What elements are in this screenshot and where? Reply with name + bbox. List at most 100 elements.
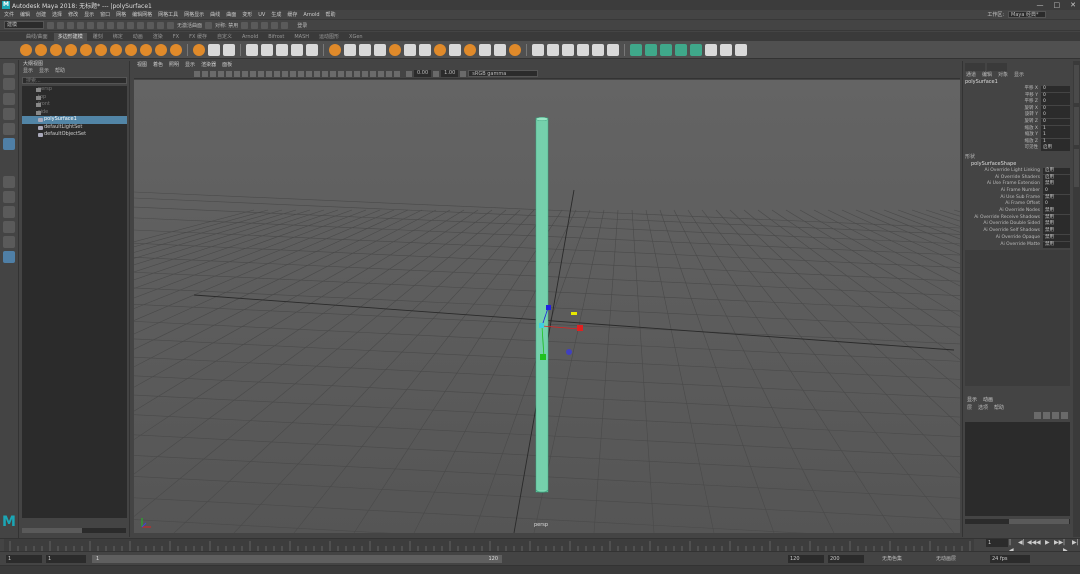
new-scene-icon[interactable] [47,21,54,29]
menu-curves[interactable]: 曲线 [210,11,220,18]
side-tab-attribute-editor[interactable] [1074,107,1079,145]
uv-cylindrical-icon[interactable] [645,43,657,56]
type-tool-icon[interactable] [208,43,220,56]
layout-persp-outliner-icon[interactable] [3,251,15,263]
svg-tool-icon[interactable] [223,43,235,56]
attr-value[interactable]: 0 [1043,188,1070,195]
workspace-dropdown[interactable]: Maya 经典* [1008,11,1046,18]
step-forward-key-button[interactable]: |▶ [1063,539,1069,554]
screen-space-ao-icon[interactable] [338,70,344,77]
symmetry-label[interactable]: 对称: 禁用 [215,22,238,29]
chamfer-icon[interactable] [464,43,476,56]
character-set-dropdown[interactable]: 无角色集 [882,555,902,563]
wireframe-on-shaded-icon[interactable] [306,70,312,77]
viewport-menu-shading[interactable]: 着色 [153,61,163,69]
attr-value[interactable]: 1 [1041,138,1070,145]
end-time-field[interactable]: 200 [828,555,864,563]
save-scene-icon[interactable] [67,21,74,29]
layer-menu-help[interactable]: 帮助 [994,404,1004,412]
menu-help[interactable]: 帮助 [326,11,336,18]
mirror-icon[interactable] [306,43,318,56]
isolate-select-icon[interactable] [370,70,376,77]
boolean-icon[interactable] [291,43,303,56]
attr-row[interactable]: Ai Override Opaque 禁用 [965,234,1070,242]
super-shape-icon[interactable] [193,43,205,56]
attr-value[interactable]: 禁用 [1043,221,1070,228]
cb-menu-edit[interactable]: 编辑 [982,71,992,79]
minimize-button[interactable]: — [1037,0,1044,10]
poly-torus-icon[interactable] [80,43,92,56]
attr-row[interactable]: Ai Use Frame Extension 禁用 [965,181,1070,188]
triangulate-icon[interactable] [479,43,491,56]
attr-value[interactable]: 禁用 [1043,194,1070,201]
attr-value[interactable]: 0 [1041,99,1070,106]
step-back-key-button[interactable]: ◀| [1018,539,1025,547]
menu-surfaces[interactable]: 曲面 [226,11,236,18]
xray-components-icon[interactable] [394,70,400,77]
edge-loop-icon[interactable] [592,43,604,56]
outliner-item-default-object-set[interactable]: defaultObjectSet [22,131,127,139]
undo-icon[interactable] [77,21,84,29]
attr-value[interactable]: 0 [1041,105,1070,112]
tab-rigging[interactable]: 绑定 [109,33,127,41]
cb-menu-channels[interactable]: 通道 [966,71,976,79]
collapse-icon[interactable] [404,43,416,56]
outliner-search-input[interactable]: 搜索... [22,77,127,84]
attr-value[interactable]: 0 [1041,118,1070,126]
snap-point-icon[interactable] [147,21,154,29]
attr-row[interactable]: Ai Override Matte 禁用 [965,241,1070,249]
poly-plane-icon[interactable] [95,43,107,56]
outliner-item-top[interactable]: top [22,94,127,102]
manip-plane-handle[interactable] [571,312,577,315]
redo-icon[interactable] [87,21,94,29]
attr-value[interactable]: 启用 [1041,145,1070,152]
play-forwards-button[interactable]: ▶ [1045,539,1051,547]
tab-arnold[interactable]: Arnold [238,33,262,41]
attr-row[interactable]: Ai Frame Number 0 [965,188,1070,195]
camera-select-icon[interactable] [194,70,200,77]
layer-move-down-icon[interactable] [1043,412,1050,419]
xray-joints-icon[interactable] [386,70,392,77]
color-management-icon[interactable] [460,70,467,77]
rotate-tool-icon[interactable] [3,123,15,135]
poly-cylinder-icon[interactable] [50,43,62,56]
quad-draw-icon[interactable] [577,43,589,56]
last-tool-icon[interactable] [3,176,15,188]
play-backwards-button[interactable]: ◀ [1036,539,1042,547]
layout-single-icon[interactable] [3,191,15,203]
field-chart-icon[interactable] [258,70,264,77]
symmetry-icon[interactable] [205,21,213,29]
attr-row[interactable]: 缩放 Y1 [965,132,1070,139]
depth-of-field-icon[interactable] [362,70,368,77]
go-to-start-button[interactable]: |◀ [1009,539,1015,554]
wireframe-icon[interactable] [282,70,288,77]
tab-sculpting[interactable]: 雕刻 [89,33,107,41]
outliner-item-polysurface1[interactable]: polySurface1 [22,116,127,124]
scrollbar-thumb[interactable] [22,528,82,533]
move-tool-icon[interactable] [3,108,15,120]
channel-box-tab[interactable] [965,63,985,71]
smooth-icon[interactable] [276,43,288,56]
menu-mesh[interactable]: 网格 [116,11,126,18]
history-icon[interactable] [241,21,249,29]
manip-x-handle[interactable] [577,325,583,331]
poly-disc-icon[interactable] [110,43,122,56]
fps-dropdown[interactable]: 24 fps [990,555,1030,563]
attr-row[interactable]: 旋转 Y0 [965,112,1070,119]
attr-value[interactable]: 启用 [1043,167,1070,175]
attr-value[interactable]: 禁用 [1043,181,1070,188]
uv-unfold-icon[interactable] [720,43,732,56]
outliner-item-side[interactable]: side [22,109,127,117]
attr-row[interactable]: 平移 Z0 [965,99,1070,106]
cylinder-mesh[interactable] [535,116,549,493]
attr-value[interactable]: 禁用 [1043,208,1070,215]
hypershade-icon[interactable] [281,21,289,29]
layout-four-icon[interactable] [3,206,15,218]
tab-poly-modeling[interactable]: 多边形建模 [53,33,87,41]
step-back-frame-button[interactable]: ◀◀ [1027,539,1036,547]
tab-xgen[interactable]: XGen [345,33,367,41]
safe-action-icon[interactable] [266,70,272,77]
range-end-field[interactable]: 120 [788,555,824,563]
close-button[interactable]: ✕ [1070,0,1076,10]
open-scene-icon[interactable] [57,21,64,29]
